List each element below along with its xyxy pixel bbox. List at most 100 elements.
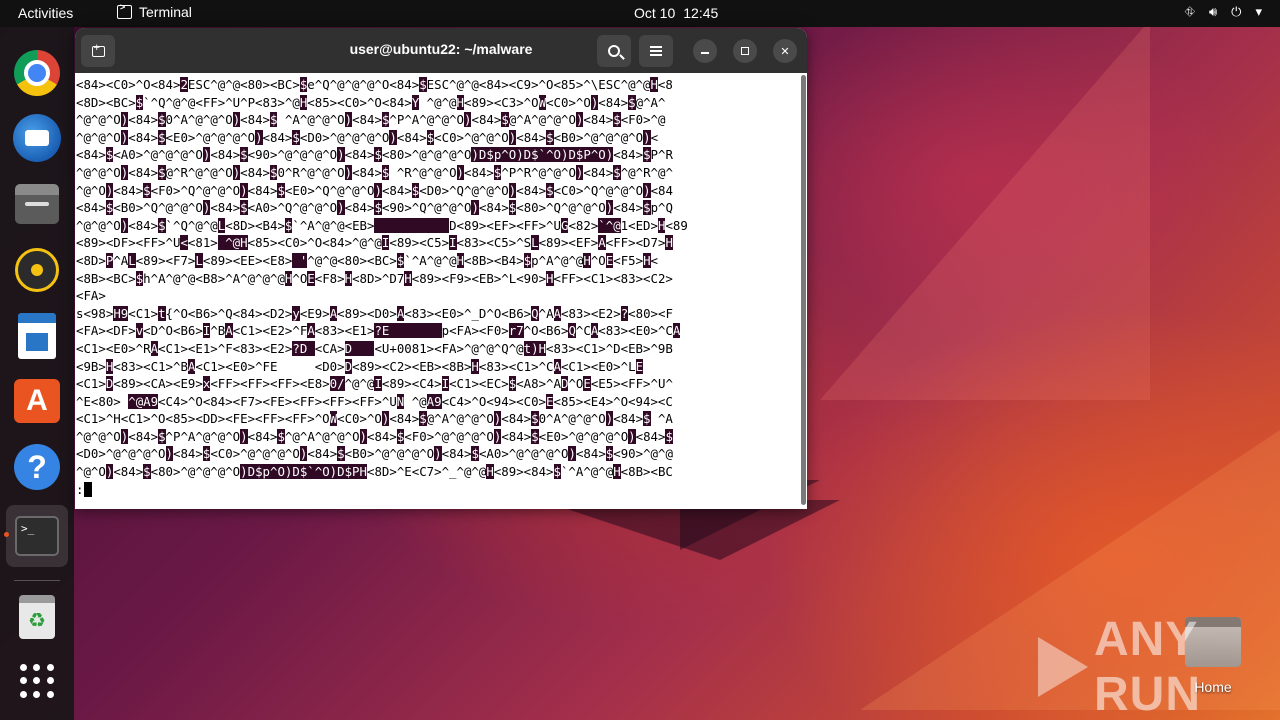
app-menu[interactable]: Terminal	[117, 2, 192, 20]
text-segment: <F8>	[314, 270, 345, 286]
hamburger-icon	[650, 46, 662, 56]
dock-item-files[interactable]	[13, 180, 61, 228]
inverted-text-segment: )	[255, 129, 263, 145]
terminal-line: <89><DF><FF>^U<<81> ^@H<85><C0>^O<84>^@^…	[76, 234, 800, 252]
wallpaper-shard	[820, 20, 1150, 400]
inverted-text-segment: $	[277, 182, 285, 198]
text-segment: ^O	[292, 270, 308, 286]
text-segment: 0	[538, 411, 547, 427]
inverted-text-segment: H	[404, 270, 412, 286]
inverted-text-segment: )D$p^O)D$`^O)D$P	[240, 464, 360, 480]
text-segment: p<FA><F0>	[441, 323, 509, 339]
text-segment: ^@	[404, 393, 427, 409]
inverted-text-segment: $	[613, 112, 621, 128]
inverted-text-segment: H	[456, 252, 464, 268]
text-segment: `^A^@^@<EB>	[292, 217, 375, 233]
inverted-text-segment: $	[240, 147, 248, 163]
text-segment: <E0>^Q^@^@^O	[284, 182, 375, 198]
inverted-text-segment: )	[165, 446, 173, 462]
text-segment: @^A^@^@^O	[508, 112, 576, 128]
text-segment: <84>	[396, 129, 427, 145]
text-segment: <F0>^Q^@^@^O	[150, 182, 241, 198]
maximize-button[interactable]	[733, 39, 757, 63]
text-segment: ^B	[210, 323, 226, 339]
text-segment: ^@^@^O	[76, 428, 121, 444]
text-segment: ^A^@^@<B8>^A^@^@^@	[150, 270, 285, 286]
dock-item-thunderbird[interactable]	[13, 114, 61, 162]
text-segment: e^Q^@^@^@^O<84>	[307, 77, 420, 92]
text-segment: ^A	[650, 411, 673, 427]
text-segment: <B0>^@^@^@^O	[553, 129, 644, 145]
terminal-line: <84>$<B0>^Q^@^@^O)<84>$<A0>^Q^@^@^O)<84>…	[76, 199, 800, 217]
dock-item-help[interactable]: ?	[13, 443, 61, 491]
inverted-text-segment: $	[158, 129, 166, 145]
text-segment: <84>	[210, 147, 241, 163]
inverted-text-segment: ?E	[374, 323, 442, 339]
text-segment: <C1>	[128, 305, 159, 321]
text-segment: <C1><E0>^L	[560, 358, 636, 374]
text-segment: <FF><FF><FF><E8>	[210, 376, 330, 392]
terminal-output[interactable]: <84><C0>^O<84>2ESC^@^@<80><BC>$e^Q^@^@^@…	[75, 73, 800, 509]
text-segment: <84>	[76, 147, 106, 163]
text-segment: <F0>^@^@^@^O	[404, 428, 494, 444]
inverted-text-segment: <	[180, 235, 188, 251]
text-segment: <90>^@^@	[613, 446, 673, 462]
inverted-text-segment: H	[538, 340, 547, 356]
thunderbird-icon	[13, 114, 61, 162]
terminal-line: ^@^@^O)<84>$`^Q^@^@L<8D><B4>$`^A^@^@<EB>…	[76, 217, 800, 235]
inverted-text-segment: $	[337, 446, 345, 462]
terminal-line: ^@^@^O)<84>$<E0>^@^@^@^O)<84>$<D0>^@^@^@…	[76, 129, 800, 147]
text-segment: <A0>^@^@^@^O	[478, 446, 569, 462]
text-segment: <84>	[247, 428, 278, 444]
show-apps-icon	[20, 664, 54, 698]
chrome-icon	[14, 50, 60, 96]
text-segment: <C1><E1>^F<83><E2>	[158, 340, 293, 356]
dock-item-writer[interactable]	[13, 312, 61, 360]
network-icon: ⛗	[1184, 4, 1195, 19]
watermark-text: ANY RUN	[1094, 613, 1201, 720]
inverted-text-segment: $	[240, 200, 248, 216]
dock-item-chrome[interactable]	[13, 49, 61, 97]
text-segment: <F0>^@	[620, 112, 666, 128]
inverted-text-segment: ?D	[292, 340, 315, 356]
terminal-line: <D0>^@^@^@^O)<84>$<C0>^@^@^@^O)<84>$<B0>…	[76, 445, 800, 463]
minimize-button[interactable]	[693, 39, 717, 63]
system-tray[interactable]: ⛗ 🔊︎ ⏻ ▾	[1185, 4, 1262, 20]
terminal-line: <C1>D<89><CA><E9>x<FF><FF><FF><E8>0/^@^@…	[76, 375, 800, 393]
search-button[interactable]	[597, 35, 631, 67]
scroll-thumb[interactable]	[801, 75, 806, 505]
terminal-scrollbar[interactable]	[800, 73, 807, 509]
inverted-text-segment: t)	[523, 340, 539, 356]
dock-item-terminal[interactable]: >_	[13, 512, 61, 560]
inverted-text-segment: A	[553, 358, 561, 374]
activities-button[interactable]: Activities	[18, 5, 73, 21]
dock-item-app-center[interactable]: A	[13, 377, 61, 425]
text-segment: <84>	[240, 164, 270, 180]
dock-item-show-apps[interactable]	[13, 657, 61, 705]
terminal-titlebar[interactable]: user@ubuntu22: ~/malware ✕	[75, 28, 807, 73]
text-segment: ^A	[113, 252, 129, 268]
volume-icon: 🔊︎	[1208, 4, 1218, 19]
text-segment: ^@^O	[76, 464, 106, 480]
inverted-text-segment: $	[501, 112, 509, 128]
text-segment: <84>	[575, 446, 606, 462]
text-segment: <84>	[173, 446, 203, 462]
text-segment: <84>	[262, 129, 293, 145]
inverted-text-segment: $	[643, 200, 651, 216]
text-segment: <C1>	[76, 376, 106, 392]
text-segment: :	[76, 481, 84, 497]
text-segment: ^E<80>	[76, 393, 121, 409]
dock-item-rhythmbox[interactable]	[13, 246, 61, 294]
inverted-text-segment: A	[672, 323, 681, 339]
dock-item-trash[interactable]: ♻	[13, 593, 61, 641]
terminal-line: <84><C0>^O<84>2ESC^@^@<80><BC> $e^Q^@^@^@…	[76, 76, 800, 94]
close-button[interactable]: ✕	[773, 39, 797, 63]
inverted-text-segment: D	[344, 358, 353, 374]
inverted-text-segment: H	[359, 464, 367, 480]
power-icon: ⏻	[1231, 4, 1242, 19]
clock[interactable]: Oct 10 12:45	[634, 5, 726, 21]
clock-date: Oct 10	[634, 5, 676, 21]
text-segment: @^A^@^@^O	[426, 411, 494, 427]
clock-time: 12:45	[683, 5, 719, 21]
menu-button[interactable]	[639, 35, 673, 67]
